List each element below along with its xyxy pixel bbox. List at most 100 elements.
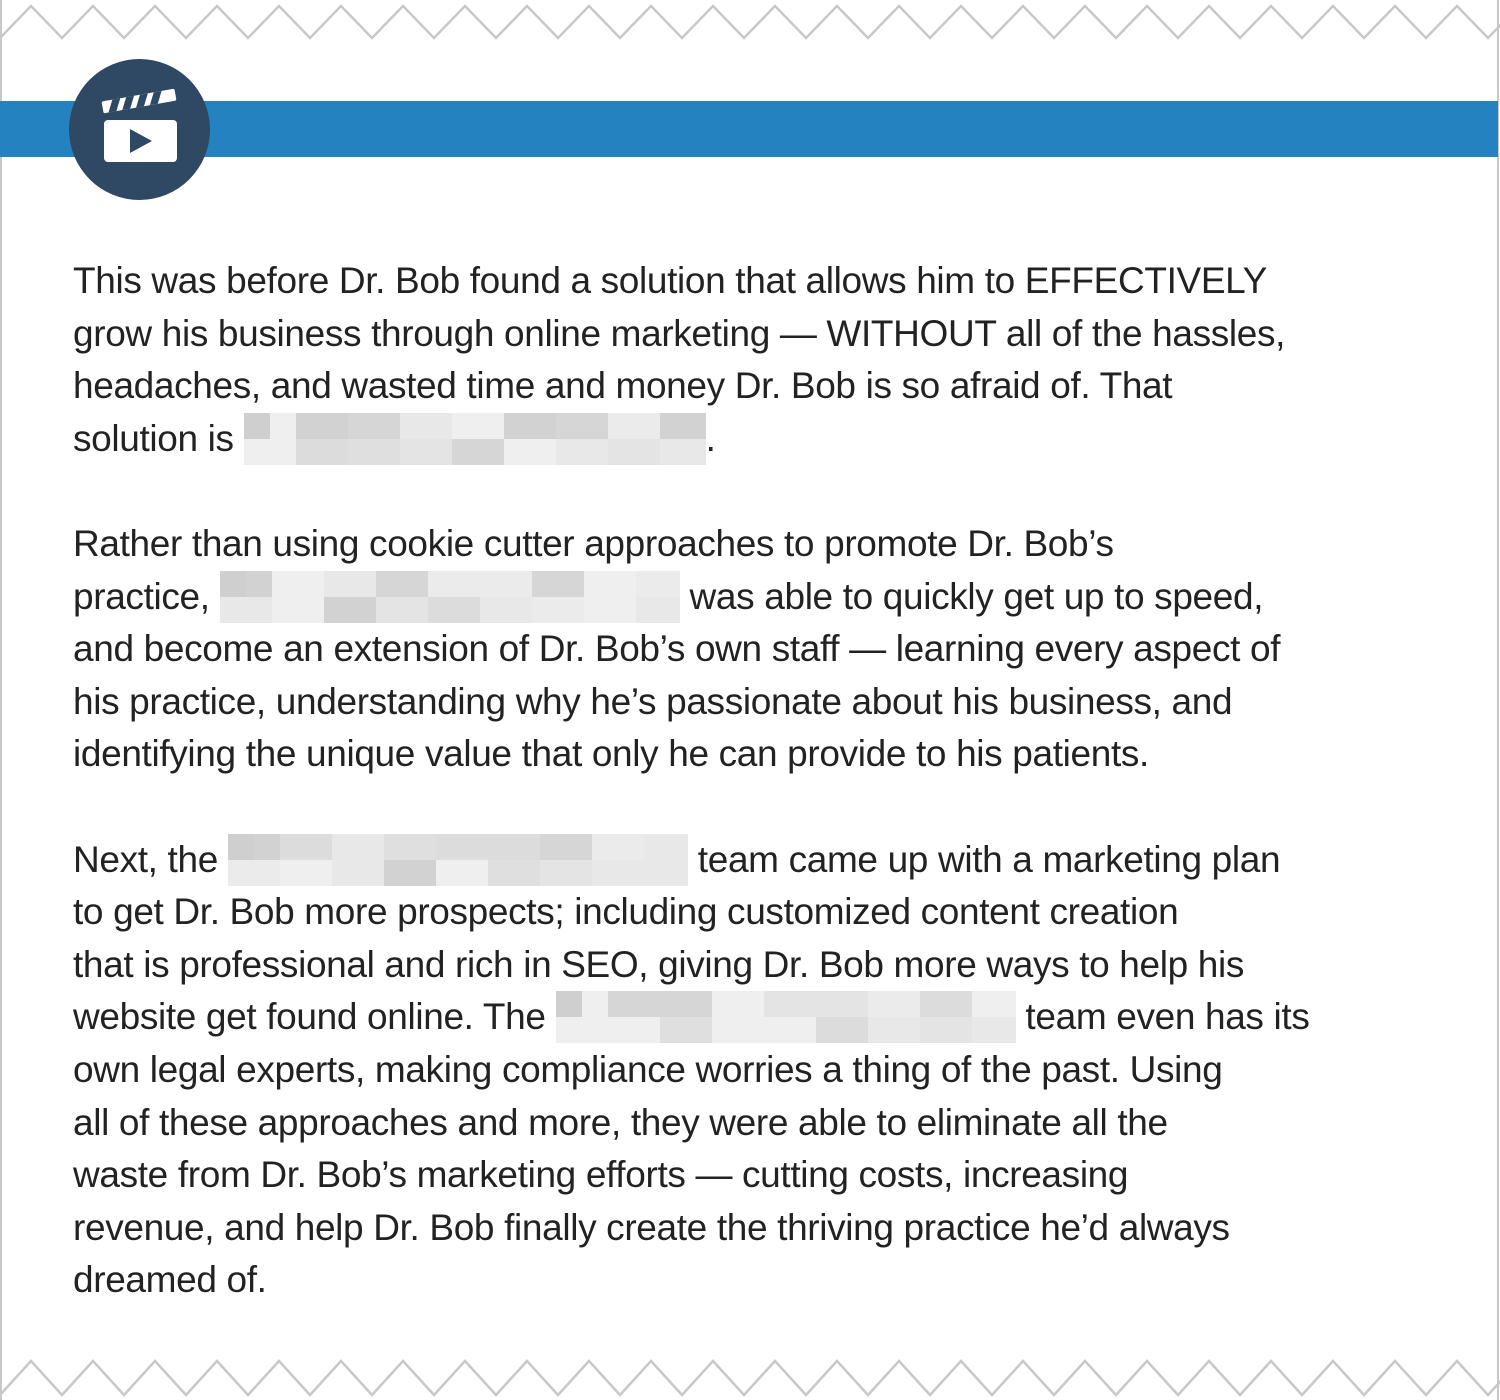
text-line: Rather than using cookie cutter approach…	[73, 522, 1114, 564]
redaction-pixel	[451, 438, 504, 465]
text-segment: team came up with a marketing plan	[687, 838, 1281, 880]
text-line: waste from Dr. Bob’s marketing efforts —…	[73, 1154, 1129, 1196]
redaction-pixel	[427, 596, 480, 623]
text-line: all of these approaches and more, they w…	[73, 1101, 1168, 1143]
redaction-pixel	[347, 438, 400, 465]
article-body: This was before Dr. Bob found a solution…	[73, 255, 1453, 1307]
text-segment: website get found online. The	[73, 996, 556, 1038]
text-segment: .	[705, 417, 716, 459]
redaction-pixel	[591, 833, 644, 860]
text-line: dreamed of.	[73, 1259, 267, 1301]
redaction-pixel	[919, 1017, 972, 1044]
page-border-right	[1497, 0, 1499, 1400]
text-line: and become an extension of Dr. Bob’s own…	[73, 628, 1281, 670]
redaction-pixel	[591, 859, 644, 886]
paragraph-3: Next, the team came up with a marketing …	[73, 833, 1453, 1307]
text-segment: practice,	[73, 575, 220, 617]
text-line: website get found online. The team even …	[73, 991, 1453, 1044]
redaction-pixel	[399, 412, 452, 439]
redaction-pixel	[487, 833, 540, 860]
redaction-pixel	[635, 596, 680, 623]
redaction-pixel	[659, 1017, 712, 1044]
page-border-left	[0, 0, 2, 1400]
text-line: practice, was able to quickly get up to …	[73, 570, 1453, 624]
redaction-pixel	[399, 438, 452, 465]
clapperboard-play-icon	[101, 88, 177, 162]
redaction-pixel	[331, 833, 384, 860]
redaction-pixel	[427, 570, 480, 597]
redaction-pixel	[919, 991, 972, 1018]
redaction-pixel	[479, 570, 532, 597]
redaction-pixel	[219, 596, 272, 623]
redaction-pixel	[295, 438, 348, 465]
text-line: grow his business through online marketi…	[73, 312, 1286, 354]
redaction-pixel	[375, 596, 428, 623]
redaction-pixel	[635, 570, 680, 597]
redaction-pixel	[867, 1017, 920, 1044]
redaction-pixel	[435, 833, 488, 860]
redacted-company-name	[219, 570, 680, 623]
redaction-pixel	[531, 570, 584, 597]
redaction-pixel	[763, 991, 816, 1018]
redaction-pixel	[227, 833, 254, 860]
redaction-pixel	[583, 570, 636, 597]
redaction-pixel	[279, 859, 332, 886]
paragraph-1: This was before Dr. Bob found a solution…	[73, 255, 1453, 465]
redaction-pixel	[643, 859, 688, 886]
redaction-pixel	[971, 991, 1016, 1018]
redaction-pixel	[555, 991, 582, 1018]
text-line: his practice, understanding why he’s pas…	[73, 680, 1233, 722]
redaction-pixel	[375, 570, 428, 597]
redacted-company-name	[555, 991, 1016, 1044]
redaction-pixel	[711, 991, 764, 1018]
redaction-pixel	[227, 859, 280, 886]
text-line: This was before Dr. Bob found a solution…	[73, 260, 1267, 301]
redaction-pixel	[607, 412, 660, 439]
redaction-pixel	[971, 1017, 1016, 1044]
redaction-pixel	[643, 833, 688, 860]
redaction-pixel	[607, 438, 660, 465]
redaction-pixel	[219, 570, 246, 597]
redaction-pixel	[539, 833, 592, 860]
redaction-pixel	[531, 596, 584, 623]
torn-edge-top	[0, 4, 1500, 40]
redaction-pixel	[279, 833, 332, 860]
redaction-pixel	[583, 596, 636, 623]
text-line: headaches, and wasted time and money Dr.…	[73, 365, 1173, 407]
redaction-pixel	[659, 438, 706, 465]
redaction-pixel	[271, 596, 324, 623]
redaction-pixel	[503, 438, 556, 465]
video-badge	[69, 59, 210, 200]
header-bar	[0, 101, 1498, 157]
redaction-pixel	[347, 412, 400, 439]
redaction-pixel	[659, 991, 712, 1018]
redaction-pixel	[867, 991, 920, 1018]
text-segment: was able to quickly get up to speed,	[679, 575, 1264, 617]
redacted-company-name	[243, 412, 706, 465]
redaction-pixel	[435, 859, 488, 886]
text-line: to get Dr. Bob more prospects; including…	[73, 891, 1179, 933]
redaction-pixel	[383, 859, 436, 886]
redacted-company-name	[227, 833, 688, 886]
redaction-pixel	[607, 1017, 660, 1044]
text-segment: solution is	[73, 417, 244, 459]
torn-edge-bottom	[0, 1359, 1500, 1397]
paragraph-2: Rather than using cookie cutter approach…	[73, 518, 1453, 781]
redaction-pixel	[479, 596, 532, 623]
redaction-pixel	[763, 1017, 816, 1044]
redaction-pixel	[243, 438, 296, 465]
text-line: identifying the unique value that only h…	[73, 733, 1149, 775]
redaction-pixel	[323, 596, 376, 623]
redaction-pixel	[815, 991, 868, 1018]
redaction-pixel	[331, 859, 384, 886]
text-line: own legal experts, making compliance wor…	[73, 1048, 1223, 1090]
redaction-pixel	[555, 438, 608, 465]
redaction-pixel	[295, 412, 348, 439]
redaction-pixel	[539, 859, 592, 886]
text-line: Next, the team came up with a marketing …	[73, 833, 1453, 887]
text-line: that is professional and rich in SEO, gi…	[73, 943, 1245, 985]
redaction-pixel	[487, 859, 540, 886]
redaction-pixel	[503, 412, 556, 439]
redaction-pixel	[555, 1017, 608, 1044]
redaction-pixel	[555, 412, 608, 439]
